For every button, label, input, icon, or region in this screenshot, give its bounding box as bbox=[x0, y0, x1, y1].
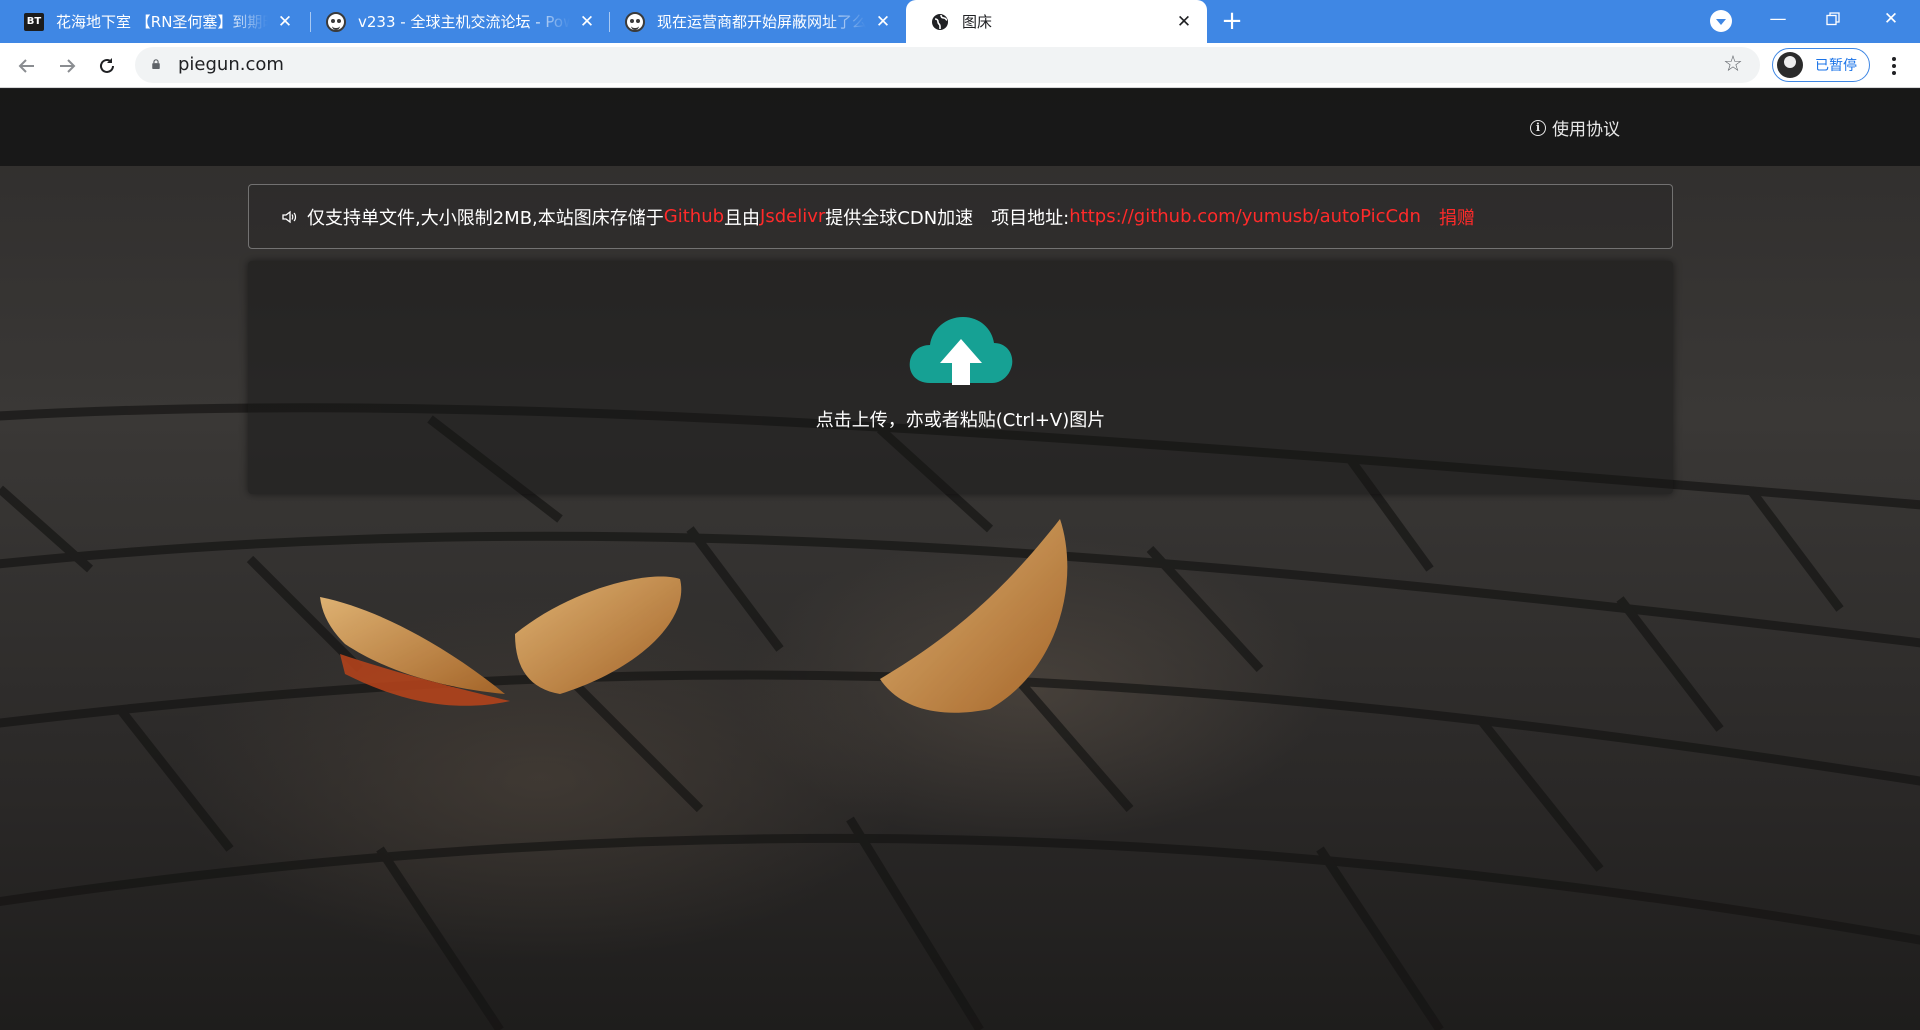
upload-hint: 点击上传，亦或者粘贴(Ctrl+V)图片 bbox=[815, 410, 1106, 431]
upload-dropzone[interactable]: 点击上传，亦或者粘贴(Ctrl+V)图片 bbox=[248, 261, 1673, 494]
github-link[interactable]: Github bbox=[664, 206, 724, 227]
browser-toolbar: piegun.com ☆ 已暂停 bbox=[0, 43, 1920, 88]
globe-icon bbox=[930, 12, 950, 32]
restore-button[interactable] bbox=[1810, 0, 1856, 38]
tab-title: 花海地下室 【RN圣何塞】到期时 bbox=[56, 13, 268, 31]
close-icon[interactable]: ✕ bbox=[872, 11, 894, 33]
back-button[interactable] bbox=[12, 51, 42, 81]
close-icon[interactable]: ✕ bbox=[1173, 11, 1195, 33]
tab-title: 现在运营商都开始屏蔽网址了么 bbox=[657, 13, 866, 31]
terms-link[interactable]: i 使用协议 bbox=[1530, 89, 1620, 166]
terms-label: 使用协议 bbox=[1552, 120, 1620, 140]
back-arrow-icon bbox=[18, 59, 34, 73]
info-icon: i bbox=[1530, 119, 1546, 136]
close-window-button[interactable]: ✕ bbox=[1868, 0, 1914, 38]
tab-title: v233 - 全球主机交流论坛 - Powered bbox=[358, 13, 570, 31]
notice-text: 且由 bbox=[724, 207, 761, 229]
avatar bbox=[1777, 52, 1803, 78]
notice-text: 仅支持单文件,大小限制2MB,本站图床存储于 bbox=[307, 207, 664, 229]
tab-strip: BT 花海地下室 【RN圣何塞】到期时 ✕ v233 - 全球主机交流论坛 - … bbox=[0, 0, 1920, 43]
project-url-link[interactable]: https://github.com/yumusb/autoPicCdn bbox=[1069, 206, 1421, 227]
site-header: i 使用协议 bbox=[0, 89, 1920, 166]
tab-1[interactable]: BT 花海地下室 【RN圣何塞】到期时 ✕ bbox=[0, 0, 308, 43]
reload-icon bbox=[100, 58, 114, 73]
profile-status-label: 已暂停 bbox=[1815, 58, 1857, 74]
tab-search-icon[interactable] bbox=[1710, 10, 1732, 32]
browser-menu-icon[interactable] bbox=[1880, 52, 1908, 80]
address-bar[interactable]: piegun.com ☆ bbox=[135, 47, 1760, 83]
page-content: i 使用协议 仅支持单文件,大小限制2MB,本站图床存储于 Github 且由 … bbox=[0, 89, 1920, 1030]
owl-icon bbox=[625, 11, 645, 32]
forward-arrow-icon bbox=[60, 59, 76, 73]
close-icon[interactable]: ✕ bbox=[274, 11, 296, 33]
notice-bar: 仅支持单文件,大小限制2MB,本站图床存储于 Github 且由 Jsdeliv… bbox=[248, 184, 1673, 249]
cloud-upload-icon bbox=[909, 317, 1013, 385]
tab-2[interactable]: v233 - 全球主机交流论坛 - Powered ✕ bbox=[302, 0, 610, 43]
reload-button[interactable] bbox=[92, 51, 122, 81]
notice-text: 提供全球CDN加速 bbox=[825, 207, 974, 229]
url-text[interactable]: piegun.com bbox=[178, 47, 284, 83]
profile-button[interactable]: 已暂停 bbox=[1772, 48, 1870, 82]
donate-link[interactable]: 捐赠 bbox=[1439, 204, 1475, 230]
lock-icon bbox=[152, 59, 160, 69]
speaker-icon bbox=[282, 210, 297, 223]
minimize-button[interactable]: — bbox=[1755, 0, 1801, 38]
tab-3[interactable]: 现在运营商都开始屏蔽网址了么 ✕ bbox=[601, 0, 906, 43]
owl-icon bbox=[326, 11, 346, 32]
forward-button[interactable] bbox=[52, 51, 82, 81]
tab-title: 图床 bbox=[962, 13, 993, 31]
bookmark-star-icon[interactable]: ☆ bbox=[1720, 52, 1746, 78]
jsdelivr-link[interactable]: Jsdelivr bbox=[760, 206, 825, 227]
new-tab-button[interactable]: + bbox=[1218, 8, 1246, 36]
close-icon[interactable]: ✕ bbox=[576, 11, 598, 33]
tab-4-active[interactable]: 图床 ✕ bbox=[906, 0, 1207, 43]
bt-icon: BT bbox=[24, 12, 44, 32]
project-label: 项目地址: bbox=[991, 207, 1070, 229]
